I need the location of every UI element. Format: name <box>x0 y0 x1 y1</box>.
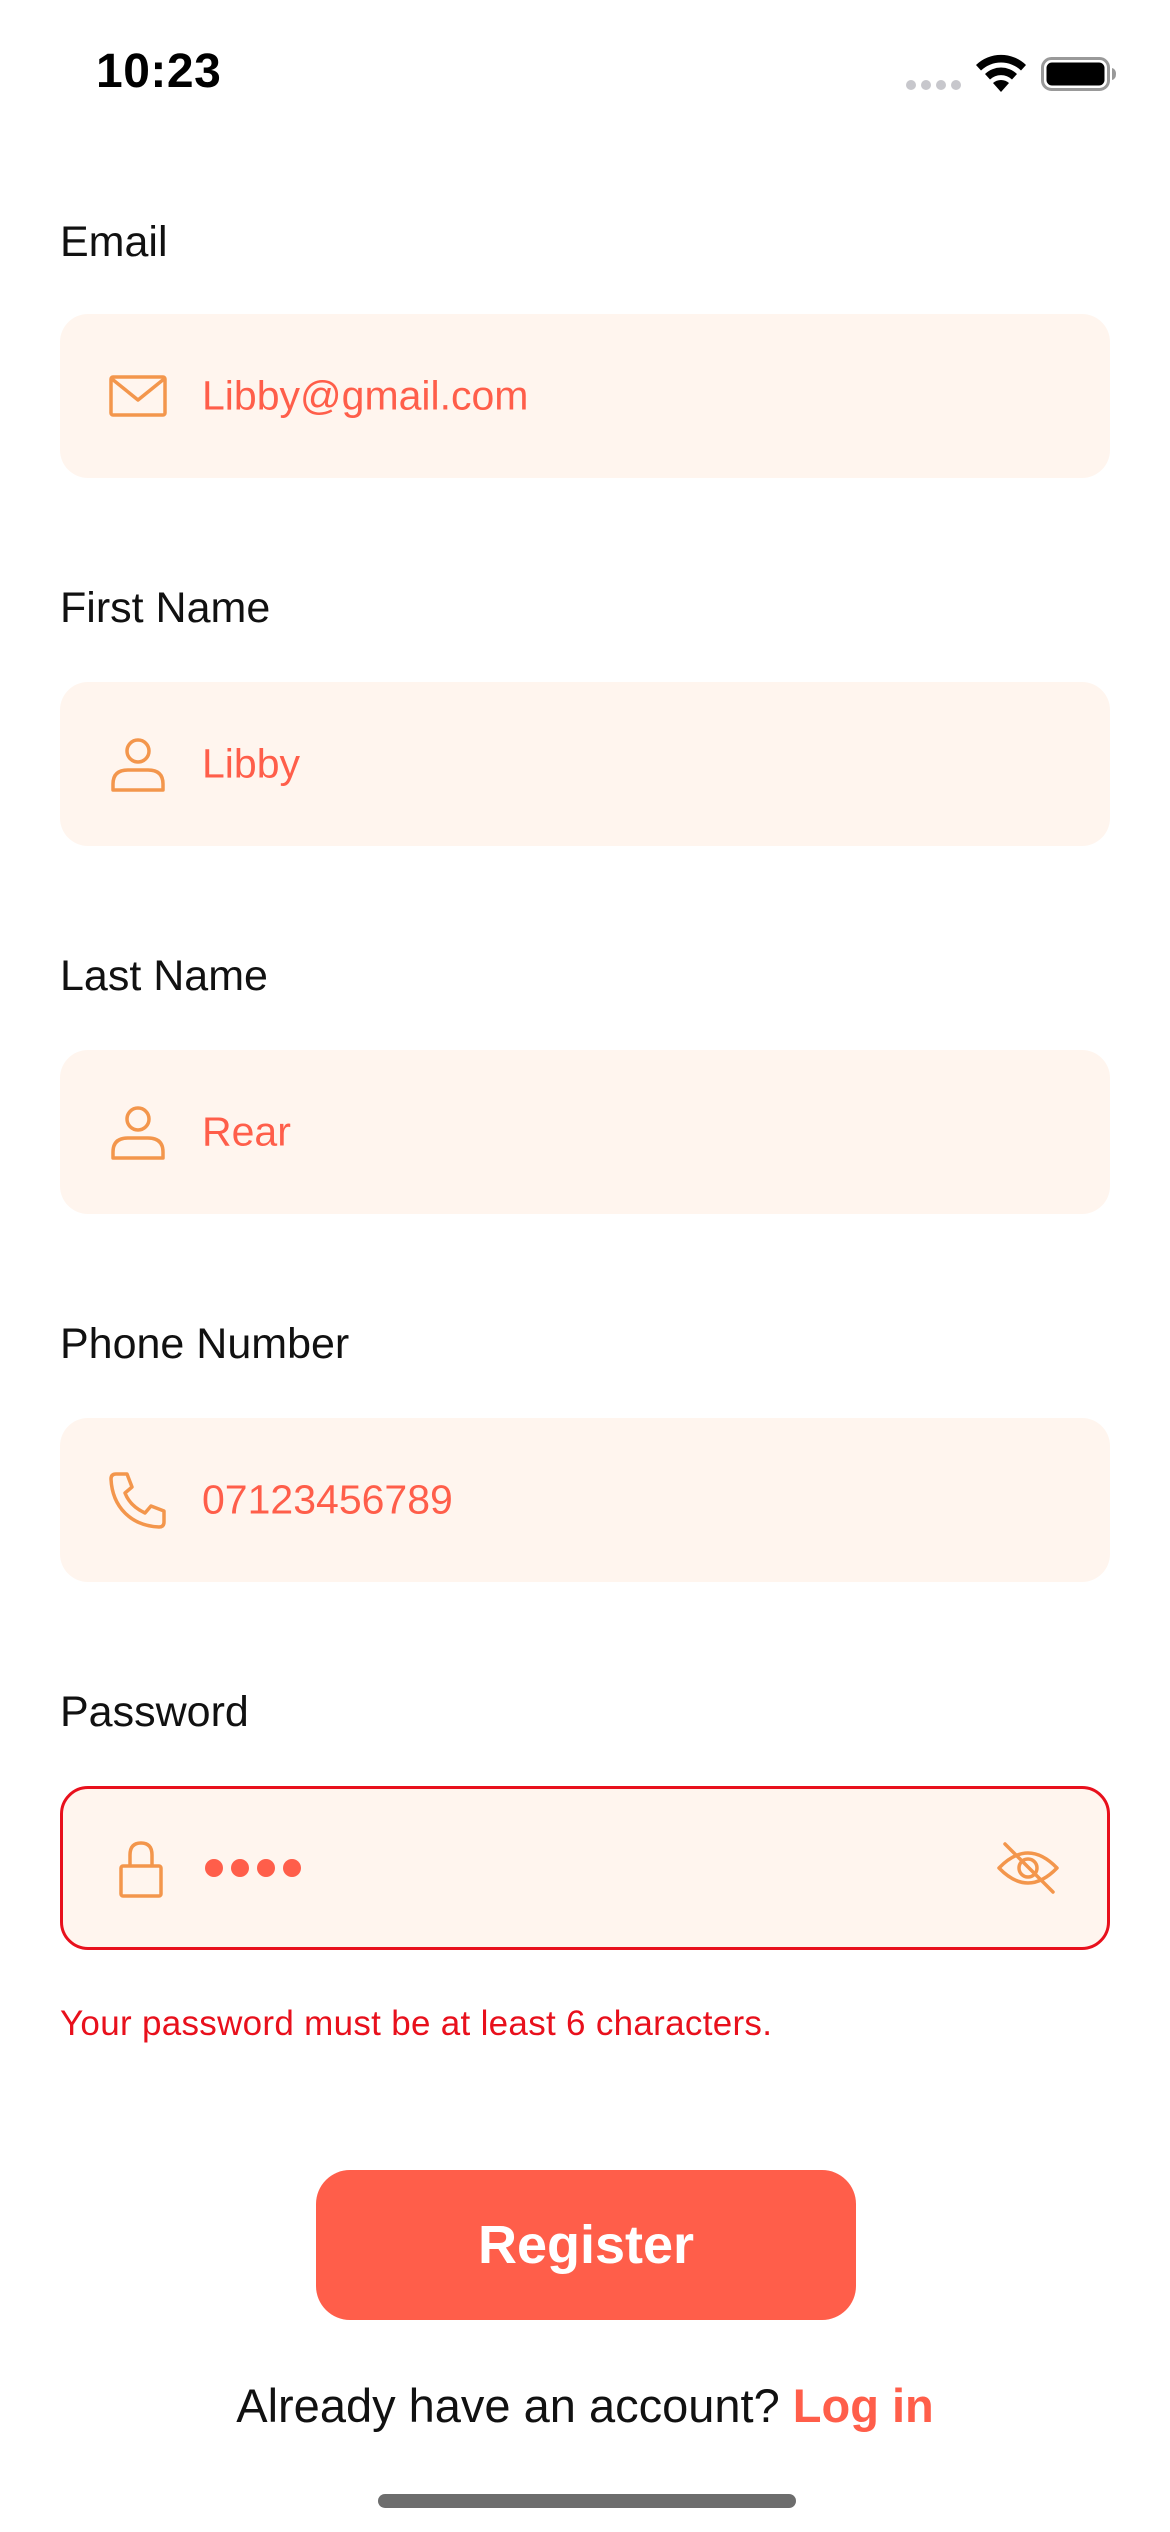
register-button[interactable]: Register <box>316 2170 856 2320</box>
phone-icon <box>109 1472 166 1529</box>
last-name-value: Rear <box>202 1108 291 1155</box>
email-value: Libby@gmail.com <box>202 372 529 419</box>
login-prompt-row: Already have an account? Log in <box>0 2378 1170 2433</box>
lock-icon <box>119 1841 163 1898</box>
cellular-signal-icon <box>906 80 961 90</box>
home-indicator[interactable] <box>378 2494 796 2508</box>
person-icon <box>111 738 165 792</box>
first-name-field[interactable]: Libby <box>60 682 1110 846</box>
eye-slash-icon[interactable] <box>995 1840 1061 1896</box>
last-name-label: Last Name <box>60 952 268 1000</box>
wifi-icon <box>976 54 1026 92</box>
battery-icon <box>1041 57 1116 91</box>
email-field[interactable]: Libby@gmail.com <box>60 314 1110 478</box>
first-name-value: Libby <box>202 740 301 787</box>
status-time: 10:23 <box>96 45 222 98</box>
envelope-icon <box>109 375 167 417</box>
password-error-message: Your password must be at least 6 charact… <box>60 2004 773 2043</box>
password-masked-value <box>205 1859 301 1877</box>
person-icon <box>111 1106 165 1160</box>
email-label: Email <box>60 218 168 266</box>
login-link[interactable]: Log in <box>793 2379 934 2432</box>
first-name-label: First Name <box>60 584 271 632</box>
password-field[interactable] <box>60 1786 1110 1950</box>
login-prompt-text: Already have an account? <box>236 2379 793 2432</box>
phone-number-label: Phone Number <box>60 1320 350 1368</box>
password-label: Password <box>60 1688 249 1736</box>
status-bar: 10:23 <box>0 0 1170 150</box>
last-name-field[interactable]: Rear <box>60 1050 1110 1214</box>
phone-number-value: 07123456789 <box>202 1476 453 1523</box>
phone-number-field[interactable]: 07123456789 <box>60 1418 1110 1582</box>
